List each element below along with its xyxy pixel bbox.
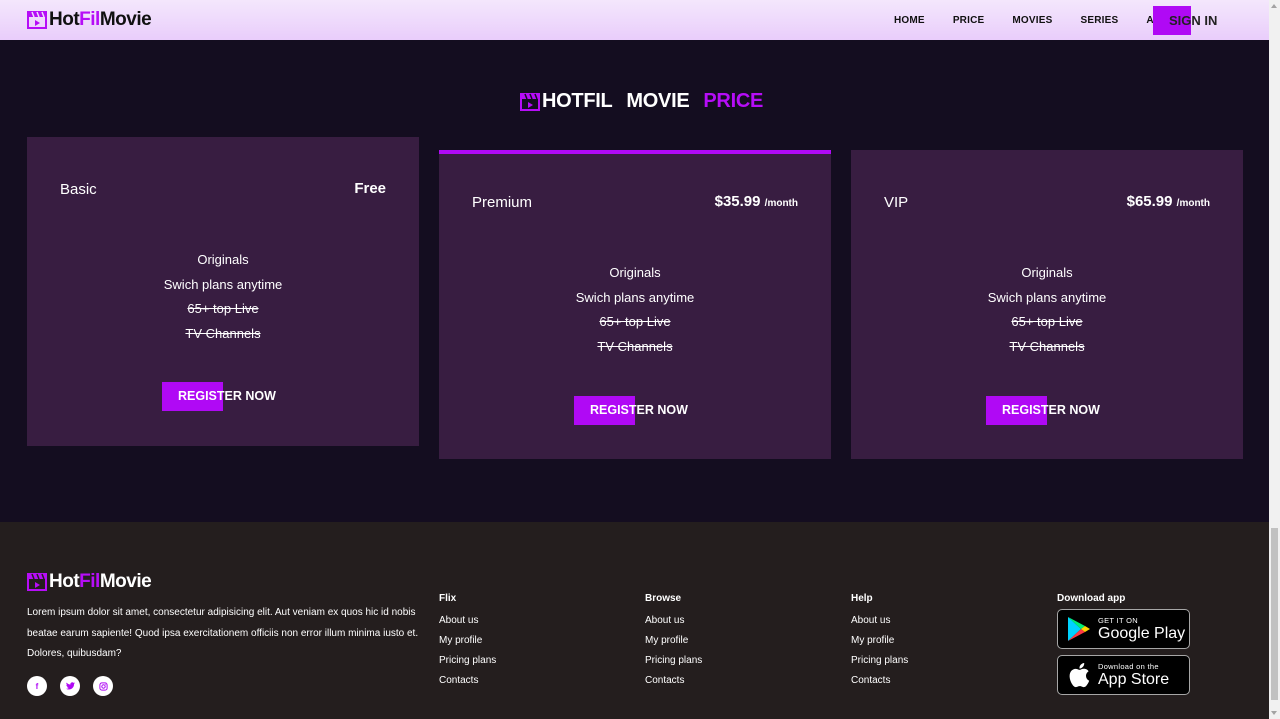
footer-brand-logo[interactable]: Hot Fil Movie [27,571,152,593]
logo-text-hot: Hot [49,9,80,30]
plan-name: Premium [472,194,533,211]
top-navbar: HotFilMovie HOME PRICE MOVIES SERIES ABO… [0,0,1269,40]
button-label: REGISTER NOW [1002,403,1100,417]
plan-price-value: $65.99 [1126,193,1173,210]
footer-column-heading: Browse [645,593,682,604]
plan-card-basic: Basic Free Originals Swich plans anytime… [27,137,419,446]
clapperboard-icon [27,11,47,29]
feature-item-unavailable: TV Channels [597,338,673,354]
footer-link-pricing[interactable]: Pricing plans [439,651,496,671]
apple-icon [1064,662,1094,688]
footer-column-browse: Browse About us My profile Pricing plans… [645,593,702,691]
title-movie: MOVIE [626,90,690,112]
google-play-icon [1064,616,1094,642]
footer-link-profile[interactable]: My profile [851,631,908,651]
instagram-icon[interactable] [93,676,113,696]
plan-price: $35.99 /month [715,193,798,210]
footer-link-about[interactable]: About us [439,611,496,631]
plan-price-period: /month [764,198,798,209]
footer-column-heading: Download app [1057,593,1126,604]
register-now-button[interactable]: REGISTER NOW [574,396,694,425]
plan-price-period: /month [1176,198,1210,209]
logo-text-fil: Fil [79,571,100,592]
pricing-section-title: HOTFIL MOVIE PRICE [520,90,763,113]
plan-price-value: $35.99 [714,193,761,210]
feature-item-unavailable: 65+ top Live [1011,314,1083,329]
footer-link-pricing[interactable]: Pricing plans [645,651,702,671]
feature-item-unavailable: TV Channels [185,325,261,341]
footer-link-pricing[interactable]: Pricing plans [851,651,908,671]
feature-item-unavailable: 65+ top Live [599,314,671,329]
app-store-text: Download on the App Store [1098,662,1169,689]
scroll-down-arrow-icon[interactable] [1271,711,1277,715]
title-hotfil-text: HOTFIL [542,90,613,112]
feature-item: Swich plans anytime [575,289,695,305]
footer-link-about[interactable]: About us [851,611,908,631]
footer-link-about[interactable]: About us [645,611,702,631]
plan-features: Originals Swich plans anytime 65+ top Li… [439,261,831,359]
footer-link-profile[interactable]: My profile [645,631,702,651]
footer-link-contacts[interactable]: Contacts [645,671,702,691]
nav-price[interactable]: PRICE [953,15,985,26]
plan-name: VIP [884,194,909,211]
feature-item: Originals [197,252,249,267]
facebook-icon[interactable]: f [27,676,47,696]
brand-logo[interactable]: Hot Fil Movie [27,9,152,31]
logo-text-movie: Movie [99,9,152,30]
plan-price: Free [354,180,386,197]
clapperboard-icon [520,92,540,111]
footer-column-help: Help About us My profile Pricing plans C… [851,593,908,691]
scrollbar-thumb[interactable] [1271,528,1278,700]
clapperboard-icon [27,573,47,591]
feature-item-unavailable: TV Channels [1009,338,1085,354]
app-store-badge[interactable]: Download on the App Store [1057,655,1190,695]
footer-description: Lorem ipsum dolor sit amet, consectetur … [27,607,419,659]
plan-features: Originals Swich plans anytime 65+ top Li… [27,248,419,346]
twitter-icon[interactable] [60,676,80,696]
google-play-badge[interactable]: GET IT ON Google Play [1057,609,1190,649]
scroll-up-arrow-icon[interactable] [1271,4,1277,8]
footer-link-contacts[interactable]: Contacts [851,671,908,691]
nav-home[interactable]: HOME [894,15,925,26]
plan-price-value: Free [354,180,386,197]
google-play-small: GET IT ON [1098,615,1138,625]
plan-features: Originals Swich plans anytime 65+ top Li… [851,261,1243,359]
plan-price: $65.99 /month [1127,193,1210,210]
feature-item-unavailable: 65+ top Live [187,301,259,316]
footer-column-heading: Flix [439,593,457,604]
vertical-scrollbar[interactable] [1269,0,1280,719]
footer-link-profile[interactable]: My profile [439,631,496,651]
app-store-big: App Store [1098,670,1170,688]
footer-column-flix: Flix About us My profile Pricing plans C… [439,593,496,691]
feature-item: Originals [1021,265,1073,280]
register-now-button[interactable]: REGISTER NOW [162,382,282,411]
app-store-small: Download on the [1098,661,1159,671]
social-links: f [27,676,126,696]
logo-text-movie: Movie [99,571,152,592]
logo-text-hot: Hot [49,571,80,592]
main-nav: HOME PRICE MOVIES SERIES ABOUT [880,0,1197,40]
nav-movies[interactable]: MOVIES [1012,15,1052,26]
title-hot: HOTFIL [542,90,613,113]
feature-item: Originals [609,265,661,280]
feature-item: Swich plans anytime [987,289,1107,305]
feature-item: Swich plans anytime [163,276,283,292]
plan-name: Basic [60,181,97,198]
nav-series[interactable]: SERIES [1080,15,1118,26]
plan-card-premium: Premium $35.99 /month Originals Swich pl… [439,150,831,459]
footer-link-contacts[interactable]: Contacts [439,671,496,691]
sign-in-label: SIGN IN [1169,13,1218,28]
google-play-big: Google Play [1098,624,1186,642]
plan-card-vip: VIP $65.99 /month Originals Swich plans … [851,150,1243,459]
footer-column-heading: Help [851,593,873,604]
button-label: REGISTER NOW [178,389,276,403]
button-label: REGISTER NOW [590,403,688,417]
title-price: PRICE [703,90,764,112]
site-footer: Hot Fil Movie Lorem ipsum dolor sit amet, … [0,522,1269,719]
google-play-text: GET IT ON Google Play [1098,616,1185,643]
sign-in-button[interactable]: SIGN IN [1153,6,1229,35]
logo-text-fil: Fil [79,9,100,30]
register-now-button[interactable]: REGISTER NOW [986,396,1106,425]
